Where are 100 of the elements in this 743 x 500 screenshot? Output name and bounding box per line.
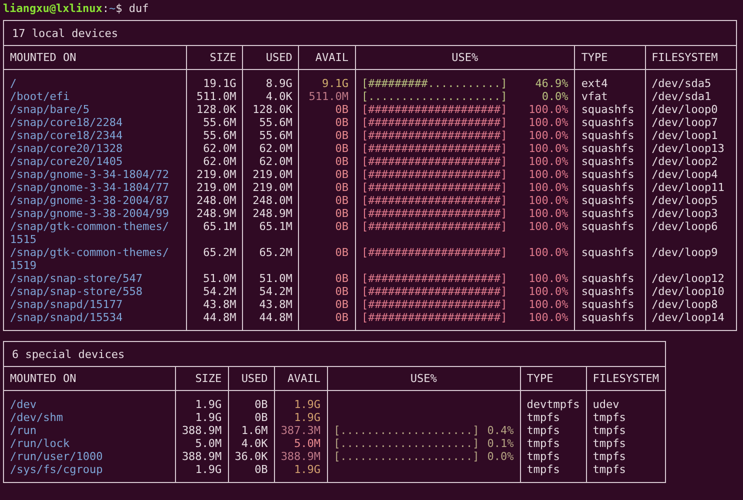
- column-header: USED: [266, 51, 292, 64]
- mount-path: /snap/snapd/15177: [10, 298, 124, 311]
- size-value: 65.1M: [203, 220, 236, 233]
- type-value: squashfs: [581, 181, 634, 194]
- filesystem-value: /dev/loop7: [652, 116, 718, 129]
- size-value: 65.2M: [203, 246, 236, 259]
- filesystem-value: tmpfs: [592, 437, 626, 450]
- filesystem-value: /dev/loop3: [652, 207, 718, 220]
- filesystem-value: /dev/loop14: [652, 311, 724, 324]
- usage-percent: 0.1%: [487, 437, 514, 450]
- usage-percent: 0.0%: [542, 90, 568, 103]
- filesystem-value: /dev/loop6: [652, 220, 718, 233]
- used-value: 65.1M: [259, 220, 292, 233]
- used-value: 43.8M: [259, 298, 292, 311]
- type-value: squashfs: [581, 246, 634, 259]
- usage-percent: 100.0%: [528, 116, 568, 129]
- column-header: FILESYSTEM: [652, 51, 718, 64]
- avail-value: 1.9G: [294, 411, 321, 424]
- type-value: squashfs: [581, 116, 634, 129]
- type-value: squashfs: [581, 129, 634, 142]
- used-value: 219.0M: [252, 168, 292, 181]
- type-value: ext4: [581, 77, 608, 90]
- column-header: TYPE: [526, 372, 554, 385]
- mount-path: /snap/gnome-3-34-1804/77: [10, 181, 169, 194]
- table-title: 17 local devices: [12, 27, 118, 40]
- avail-value: 0B: [335, 168, 349, 181]
- size-value: 43.8M: [203, 298, 236, 311]
- usage-percent: 100.0%: [528, 298, 568, 311]
- usage-percent: 100.0%: [528, 155, 568, 168]
- mount-path: /run: [10, 424, 38, 437]
- type-value: tmpfs: [526, 450, 560, 463]
- mount-path: /: [10, 77, 18, 90]
- size-value: 1.9G: [195, 463, 222, 476]
- usage-bar-text: [####################]: [362, 298, 508, 311]
- used-value: 219.0M: [252, 181, 292, 194]
- usage-bar-text: [####################]: [362, 272, 508, 285]
- mount-path: /snap/core18/2284: [10, 116, 124, 129]
- prompt-separator: :: [102, 2, 109, 15]
- prompt-symbol: $: [116, 2, 122, 15]
- type-value: squashfs: [581, 298, 634, 311]
- type-value: tmpfs: [526, 463, 560, 476]
- avail-value: 0B: [335, 129, 349, 142]
- usage-bar-text: [####################]: [362, 142, 508, 155]
- column-header: MOUNTED ON: [10, 372, 76, 385]
- size-value: 128.0K: [196, 103, 236, 116]
- filesystem-value: /dev/loop1: [652, 129, 718, 142]
- type-value: squashfs: [581, 103, 634, 116]
- usage-bar-text: [####################]: [362, 246, 508, 259]
- avail-value: 0B: [335, 181, 349, 194]
- size-value: 1.9G: [195, 398, 222, 411]
- filesystem-value: tmpfs: [592, 450, 626, 463]
- usage-bar-text: [####################]: [362, 103, 508, 116]
- mount-path: /snap/snap-store/558: [10, 285, 144, 298]
- mount-path: /snap/gtk-common-themes/1515: [10, 220, 169, 246]
- size-value: 248.9M: [196, 207, 236, 220]
- used-value: 0B: [254, 463, 268, 476]
- avail-value: 9.1G: [322, 77, 349, 90]
- column-header: AVAIL: [315, 51, 349, 64]
- prompt-user-host: liangxu@lxlinux: [3, 2, 102, 15]
- mount-path: /snap/gnome-3-34-1804/72: [10, 168, 169, 181]
- usage-bar-text: [....................]: [334, 424, 480, 437]
- used-value: 62.0M: [259, 155, 292, 168]
- avail-value: 0B: [335, 194, 349, 207]
- used-value: 128.0K: [252, 103, 292, 116]
- used-value: 55.6M: [259, 116, 292, 129]
- size-value: 5.0M: [195, 437, 222, 450]
- filesystem-value: /dev/loop5: [652, 194, 718, 207]
- command-text: duf: [128, 2, 149, 15]
- usage-percent: 100.0%: [528, 103, 568, 116]
- mount-path: /snap/core20/1405: [10, 155, 124, 168]
- type-value: squashfs: [581, 220, 634, 233]
- usage-bar-text: [####################]: [362, 207, 508, 220]
- avail-value: 1.9G: [294, 398, 321, 411]
- mount-path: /run/user/1000: [10, 450, 104, 463]
- mount-path: /run/lock: [10, 437, 71, 450]
- usage-bar-text: [####################]: [362, 311, 508, 324]
- prompt-path: ~: [108, 2, 116, 15]
- mount-path: /snap/gnome-3-38-2004/99: [10, 207, 169, 220]
- used-value: 8.9G: [266, 77, 292, 90]
- column-header: USE%: [410, 372, 437, 385]
- usage-percent: 0.4%: [487, 424, 514, 437]
- size-value: 55.6M: [203, 129, 236, 142]
- size-value: 248.0M: [196, 194, 236, 207]
- filesystem-value: /dev/sda5: [652, 77, 712, 90]
- avail-value: 388.9M: [280, 450, 321, 463]
- avail-value: 1.9G: [294, 463, 321, 476]
- avail-value: 5.0M: [294, 437, 321, 450]
- column-header: USED: [241, 372, 268, 385]
- used-value: 62.0M: [259, 142, 292, 155]
- usage-bar-text: [....................]: [362, 90, 508, 103]
- usage-bar-text: [####################]: [362, 168, 508, 181]
- type-value: vfat: [581, 90, 608, 103]
- used-value: 0B: [254, 411, 268, 424]
- type-value: squashfs: [581, 311, 634, 324]
- used-value: 36.0K: [234, 450, 268, 463]
- avail-value: 0B: [335, 116, 349, 129]
- filesystem-value: tmpfs: [592, 463, 626, 476]
- used-value: 4.0K: [266, 90, 292, 103]
- mount-path: /snap/snapd/15534: [10, 311, 124, 324]
- usage-percent: 100.0%: [528, 181, 568, 194]
